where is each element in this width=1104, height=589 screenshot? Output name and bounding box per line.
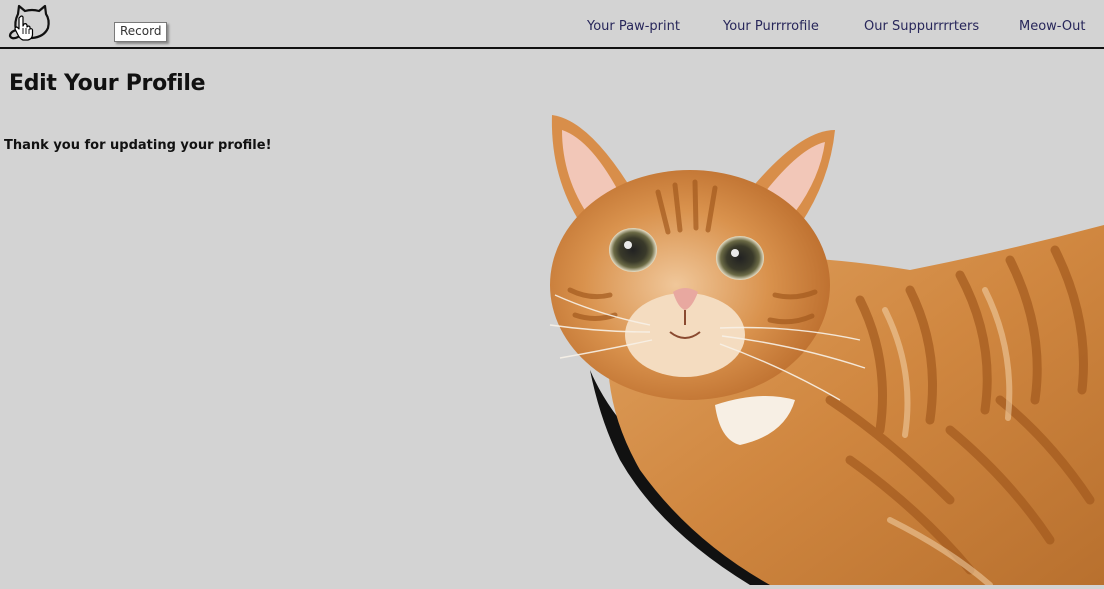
page-title: Edit Your Profile <box>9 71 206 96</box>
confirmation-message: Thank you for updating your profile! <box>4 138 272 153</box>
orange-tabby-cat-image <box>530 100 1104 588</box>
nav-link-profile[interactable]: Your Purrrrofile <box>723 19 819 34</box>
nav-link-paw-print[interactable]: Your Paw-print <box>587 19 680 34</box>
nav-link-meow-out[interactable]: Meow-Out <box>1019 19 1085 34</box>
top-navbar: Record Your Paw-print Your Purrrrofile O… <box>0 0 1104 49</box>
nav-link-supporters[interactable]: Our Suppurrrrters <box>864 19 979 34</box>
record-tooltip: Record <box>114 22 168 42</box>
cat-logo-icon[interactable] <box>6 4 52 42</box>
